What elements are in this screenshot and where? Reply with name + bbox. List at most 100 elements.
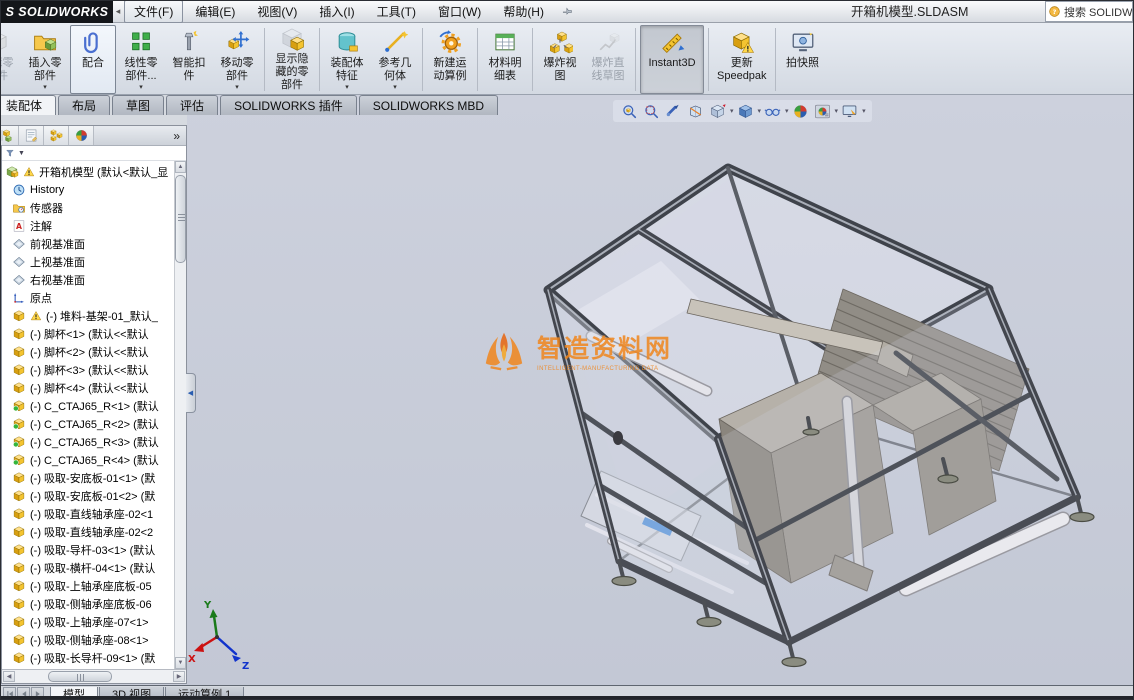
- dropdown-arrow-icon[interactable]: ▾: [835, 107, 839, 115]
- scroll-left-arrow[interactable]: ◀: [3, 671, 15, 682]
- plane-icon: [12, 237, 28, 252]
- take-snapshot-button[interactable]: 拍快照: [780, 25, 826, 94]
- tree-item[interactable]: (-) 脚杯<3> (默认<<默认: [2, 361, 176, 379]
- dropdown-arrow-icon[interactable]: ▾: [235, 83, 239, 92]
- show-hidden-components-button[interactable]: 显示隐 藏的零 部件: [269, 25, 315, 94]
- part-icon: [12, 615, 28, 630]
- tree-item[interactable]: (-) 脚杯<2> (默认<<默认: [2, 343, 176, 361]
- explode-line-sketch-button[interactable]: 爆炸直 线草图: [585, 25, 631, 94]
- view-orientation-icon[interactable]: [707, 102, 728, 121]
- tree-item[interactable]: (-) 吸取-直线轴承座-02<2: [2, 523, 176, 541]
- 3d-viewport[interactable]: Y X Z 智造资料网 INTELLIGENT-MANUFACTURING DA…: [187, 95, 1134, 685]
- tab-evaluate[interactable]: 评估: [166, 95, 218, 115]
- zoom-to-area-icon[interactable]: [641, 102, 662, 121]
- tree-item[interactable]: (-) 吸取-上轴承座-07<1>: [2, 613, 176, 631]
- feature-manager-tab[interactable]: [0, 126, 19, 145]
- tree-filter-row[interactable]: ▼: [2, 146, 186, 161]
- menu-collapse-icon[interactable]: ◂: [113, 6, 123, 17]
- dropdown-arrow-icon[interactable]: ▾: [345, 83, 349, 92]
- move-component-button[interactable]: 移动零 部件▾: [214, 25, 260, 94]
- menu-item-help[interactable]: 帮助(H): [493, 0, 554, 23]
- tree-item[interactable]: (-) 吸取-上轴承座底板-05: [2, 577, 176, 595]
- panel-collapse-handle[interactable]: ◀: [186, 373, 196, 413]
- previous-view-icon[interactable]: [663, 102, 684, 121]
- section-view-icon[interactable]: [685, 102, 706, 121]
- display-manager-tab[interactable]: [69, 126, 94, 145]
- property-manager-tab[interactable]: [19, 126, 44, 145]
- tab-solidworks-mbd[interactable]: SOLIDWORKS MBD: [359, 95, 498, 115]
- tab-solidworks-add-ins[interactable]: SOLIDWORKS 插件: [220, 95, 357, 115]
- tree-item[interactable]: (-) 堆料-基架-01_默认_: [2, 307, 176, 325]
- tree-item[interactable]: (-) C_CTAJ65_R<2> (默认: [2, 415, 176, 433]
- dropdown-arrow-icon[interactable]: ▾: [43, 83, 47, 92]
- new-motion-study-button[interactable]: 新建运 动算例: [427, 25, 473, 94]
- chevron-down-icon[interactable]: ▼: [18, 150, 25, 157]
- dropdown-arrow-icon[interactable]: ▾: [730, 107, 734, 115]
- menu-item-insert[interactable]: 插入(I): [309, 0, 364, 23]
- tree-horizontal-scrollbar[interactable]: ◀ ▶: [2, 669, 186, 683]
- scrollbar-thumb[interactable]: [175, 175, 186, 263]
- menu-item-view[interactable]: 视图(V): [247, 0, 307, 23]
- display-style-icon[interactable]: [735, 102, 756, 121]
- configuration-manager-tab[interactable]: [44, 126, 69, 145]
- tree-item[interactable]: (-) C_CTAJ65_R<1> (默认: [2, 397, 176, 415]
- smart-fasteners-button[interactable]: 智能扣 件: [166, 25, 212, 94]
- edit-component-button[interactable]: 编辑零 部件: [1, 25, 20, 94]
- linear-component-pattern-button[interactable]: 线性零 部件...▾: [118, 25, 164, 94]
- menu-item-tools[interactable]: 工具(T): [367, 0, 426, 23]
- dropdown-arrow-icon[interactable]: ▾: [785, 107, 789, 115]
- edit-appearance-icon[interactable]: [790, 102, 811, 121]
- tree-item[interactable]: 开箱机模型 (默认<默认_显: [2, 163, 176, 181]
- exploded-view-button[interactable]: 爆炸视 图: [537, 25, 583, 94]
- dropdown-arrow-icon[interactable]: ▾: [862, 107, 866, 115]
- view-settings-icon[interactable]: [839, 102, 860, 121]
- tree-item[interactable]: (-) 脚杯<4> (默认<<默认: [2, 379, 176, 397]
- menu-item-edit[interactable]: 编辑(E): [185, 0, 245, 23]
- menu-item-window[interactable]: 窗口(W): [428, 0, 491, 23]
- tree-item[interactable]: 上视基准面: [2, 253, 176, 271]
- tree-item[interactable]: (-) C_CTAJ65_R<3> (默认: [2, 433, 176, 451]
- scroll-down-arrow[interactable]: ▼: [175, 657, 186, 669]
- update-speedpak-button[interactable]: 更新 Speedpak: [713, 25, 771, 94]
- hide-show-items-icon[interactable]: [762, 102, 783, 121]
- scroll-right-arrow[interactable]: ▶: [173, 671, 185, 682]
- tree-item[interactable]: (-) 吸取-直线轴承座-02<1: [2, 505, 176, 523]
- tree-item[interactable]: (-) 吸取-侧轴承座底板-06: [2, 595, 176, 613]
- tree-item[interactable]: (-) 吸取-侧轴承座-08<1>: [2, 631, 176, 649]
- reference-geometry-button[interactable]: 参考几 何体▾: [372, 25, 418, 94]
- mate-button[interactable]: 配合: [70, 25, 116, 94]
- tree-item[interactable]: 原点: [2, 289, 176, 307]
- tree-item[interactable]: (-) C_CTAJ65_R<4> (默认: [2, 451, 176, 469]
- ribbon-separator: [775, 28, 776, 91]
- dropdown-arrow-icon[interactable]: ▾: [139, 83, 143, 92]
- search-input[interactable]: ? 搜索 SOLIDWO: [1045, 1, 1133, 22]
- tab-assembly[interactable]: 装配体: [0, 95, 56, 115]
- tree-item[interactable]: (-) 吸取-长导杆-09<1> (默: [2, 649, 176, 667]
- scrollbar-thumb[interactable]: [48, 671, 112, 682]
- pin-icon[interactable]: [561, 5, 574, 18]
- menu-item-file[interactable]: 文件(F): [124, 0, 183, 23]
- apply-scene-icon[interactable]: [812, 102, 833, 121]
- tab-sketch[interactable]: 草图: [112, 95, 164, 115]
- tree-item[interactable]: (-) 吸取-导杆-03<1> (默认: [2, 541, 176, 559]
- tab-layout[interactable]: 布局: [58, 95, 110, 115]
- tree-item[interactable]: (-) 吸取-横杆-04<1> (默认: [2, 559, 176, 577]
- tree-item[interactable]: History: [2, 181, 176, 199]
- assembly-features-button[interactable]: 装配体 特征▾: [324, 25, 370, 94]
- scroll-up-arrow[interactable]: ▲: [175, 161, 186, 173]
- tree-vertical-scrollbar[interactable]: ▲ ▼: [174, 161, 186, 669]
- tree-item[interactable]: 传感器: [2, 199, 176, 217]
- manager-tabs-overflow[interactable]: »: [173, 129, 186, 143]
- instant3d-button[interactable]: Instant3D: [640, 25, 704, 94]
- dropdown-arrow-icon[interactable]: ▾: [758, 107, 762, 115]
- tree-item[interactable]: A注解: [2, 217, 176, 235]
- tree-item[interactable]: 前视基准面: [2, 235, 176, 253]
- tree-item[interactable]: (-) 吸取-安底板-01<1> (默: [2, 469, 176, 487]
- bill-of-materials-button[interactable]: 材料明 细表: [482, 25, 528, 94]
- insert-components-button[interactable]: 插入零 部件▾: [22, 25, 68, 94]
- tree-item[interactable]: (-) 脚杯<1> (默认<<默认: [2, 325, 176, 343]
- tree-item[interactable]: (-) 吸取-安底板-01<2> (默: [2, 487, 176, 505]
- dropdown-arrow-icon[interactable]: ▾: [393, 83, 397, 92]
- tree-item[interactable]: 右视基准面: [2, 271, 176, 289]
- zoom-to-fit-icon[interactable]: [619, 102, 640, 121]
